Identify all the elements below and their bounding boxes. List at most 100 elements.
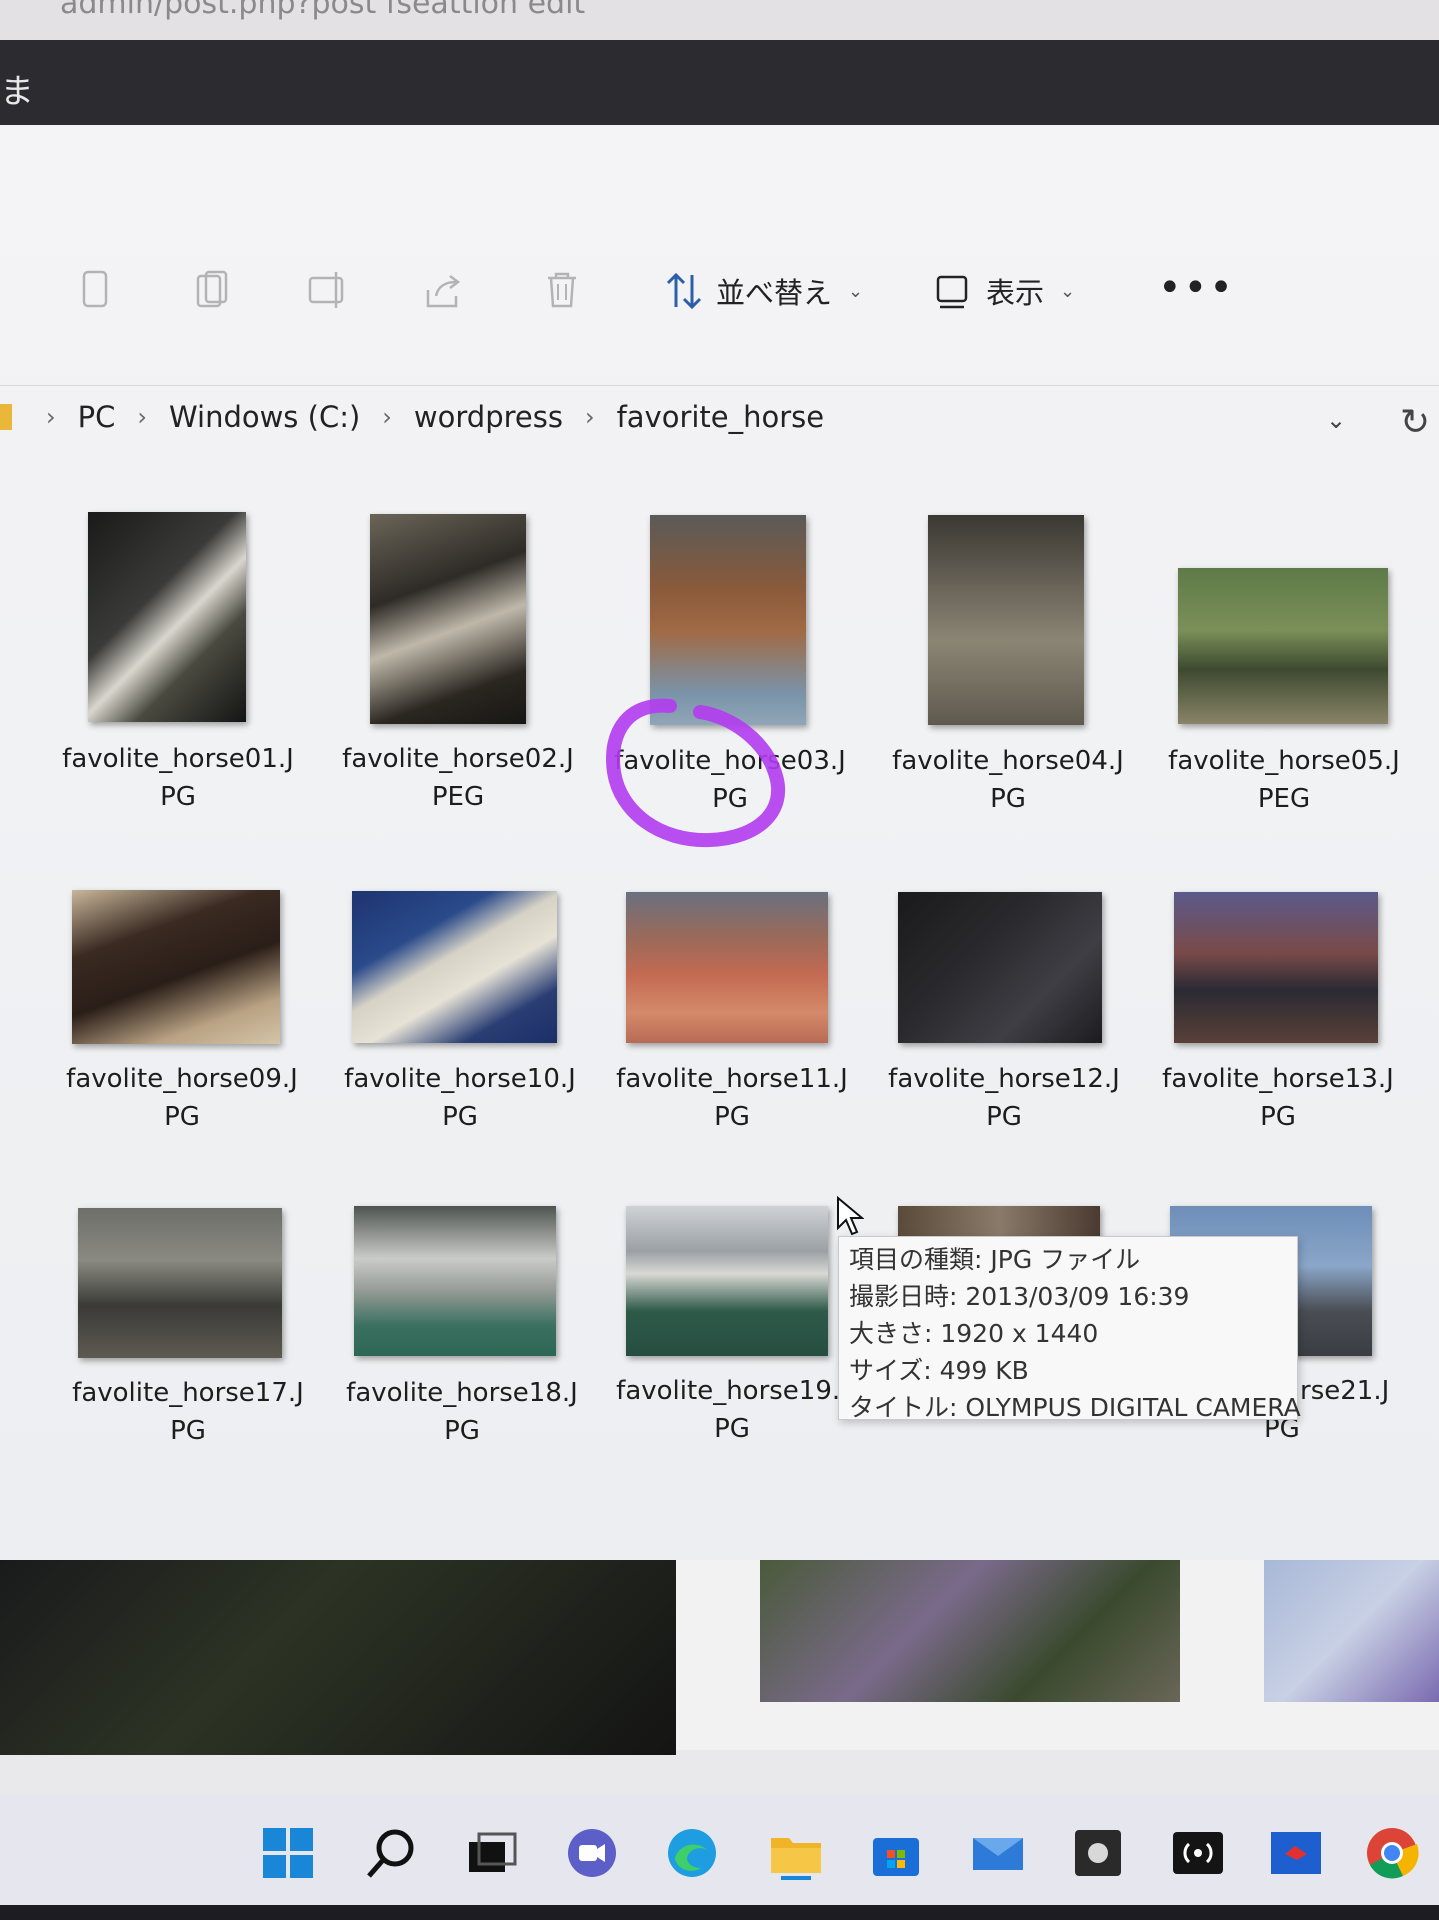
file-item[interactable]: favolite_horse13.J PG [1148, 1060, 1408, 1136]
remote-icon[interactable] [1266, 1823, 1326, 1883]
delete-icon[interactable] [540, 268, 584, 312]
file-name: favolite_horse09.J [66, 1064, 298, 1094]
task-view-icon[interactable] [462, 1823, 522, 1883]
window-title-bar: ま [0, 40, 1439, 125]
file-item[interactable]: favolite_horse01.J PG [48, 740, 308, 816]
file-thumbnail[interactable] [72, 890, 280, 1044]
background-photo [0, 1560, 676, 1755]
file-item[interactable]: favolite_horse17.J PG [58, 1374, 318, 1450]
file-name: favolite_horse10.J [344, 1064, 576, 1094]
sort-icon [666, 272, 702, 310]
breadcrumb-item-pc[interactable]: PC [78, 400, 116, 434]
address-history-chevron-icon[interactable]: ⌄ [1326, 406, 1346, 434]
screen-bezel [0, 1905, 1439, 1920]
browser-url-strip: admin/post.php?post fseattion edit [0, 0, 1439, 40]
file-thumbnail[interactable] [78, 1208, 282, 1358]
file-name: favolite_horse17.J [72, 1378, 304, 1408]
folder-icon [0, 404, 12, 430]
tooltip-title: タイトル: OLYMPUS DIGITAL CAMERA [849, 1393, 1301, 1422]
chevron-down-icon: ⌄ [1060, 280, 1076, 302]
tooltip-dimensions: 大きさ: 1920 x 1440 [849, 1319, 1099, 1348]
file-name-ext: PEG [431, 782, 485, 812]
view-button[interactable]: 表示 ⌄ [932, 264, 1075, 318]
file-item[interactable]: favolite_horse05.J PEG [1154, 742, 1414, 818]
file-item[interactable]: favolite_horse19.J PG [602, 1372, 862, 1448]
store-icon[interactable] [866, 1823, 926, 1883]
chevron-right-icon: › [137, 403, 147, 431]
chat-icon[interactable] [562, 1823, 622, 1883]
file-thumbnail[interactable] [928, 515, 1084, 725]
file-thumbnail[interactable] [370, 514, 526, 724]
chevron-right-icon: › [46, 403, 56, 431]
file-thumbnail[interactable] [354, 1206, 556, 1356]
more-options-button[interactable]: ••• [1158, 268, 1235, 308]
file-thumbnail[interactable] [352, 891, 557, 1043]
file-name: favolite_horse12.J [888, 1064, 1120, 1094]
rename-icon[interactable] [306, 268, 350, 312]
file-item[interactable]: favolite_horse11.J PG [602, 1060, 862, 1136]
breadcrumb-item-wordpress[interactable]: wordpress [414, 400, 563, 434]
file-thumbnail[interactable] [626, 1206, 828, 1356]
file-thumbnail[interactable] [1178, 568, 1388, 724]
file-thumbnail[interactable] [88, 512, 246, 722]
sort-label: 並べ替え [716, 276, 833, 310]
file-name-ext: PG [986, 1102, 1022, 1132]
copy-icon[interactable] [190, 268, 234, 312]
cut-icon[interactable] [74, 268, 118, 312]
file-info-tooltip: 項目の種類: JPG ファイル 撮影日時: 2013/03/09 16:39 大… [838, 1236, 1301, 1422]
refresh-icon[interactable]: ↻ [1400, 402, 1430, 443]
tooltip-date: 撮影日時: 2013/03/09 16:39 [849, 1282, 1190, 1311]
breadcrumb-item-windows-c[interactable]: Windows (C:) [169, 400, 360, 434]
highlight-circle [606, 698, 786, 848]
search-icon[interactable] [362, 1823, 422, 1883]
file-name-ext: PG [160, 782, 196, 812]
file-name-ext: PG [170, 1416, 206, 1446]
file-name-ext: PG [990, 784, 1026, 814]
background-photo [1264, 1560, 1439, 1702]
tooltip-size: サイズ: 499 KB [849, 1356, 1029, 1385]
file-name-ext: PG [164, 1102, 200, 1132]
file-name-ext: PG [1260, 1102, 1296, 1132]
sort-button[interactable]: 並べ替え ⌄ [662, 264, 863, 318]
windows-start-icon[interactable] [258, 1823, 318, 1883]
taskbar [0, 1795, 1439, 1920]
file-thumbnail[interactable] [1174, 892, 1378, 1043]
file-name-ext: PG [714, 1414, 750, 1444]
address-bar[interactable]: › PC › Windows (C:) › wordpress › favori… [0, 385, 1439, 456]
file-item[interactable]: favolite_horse12.J PG [874, 1060, 1134, 1136]
file-name-ext: PEG [1257, 784, 1311, 814]
file-item[interactable]: favolite_horse09.J PG [52, 1060, 312, 1136]
file-item[interactable]: favolite_horse04.J PG [878, 742, 1138, 818]
file-thumbnail[interactable] [898, 892, 1102, 1043]
file-item[interactable]: rse21.J PG [1264, 1372, 1390, 1448]
podcast-icon[interactable] [1168, 1823, 1228, 1883]
file-name: rse21.J [1300, 1376, 1390, 1406]
file-name: favolite_horse01.J [62, 744, 294, 774]
url-fragment: admin/post.php?post fseattion edit [60, 0, 586, 21]
file-name: favolite_horse18.J [346, 1378, 578, 1408]
background-photo [760, 1560, 1180, 1702]
title-stub: ま [0, 72, 34, 112]
file-item[interactable]: favolite_horse02.J PEG [328, 740, 588, 816]
file-name-ext: PG [442, 1102, 478, 1132]
share-icon[interactable] [422, 268, 466, 312]
view-icon [936, 275, 968, 309]
command-bar: 並べ替え ⌄ 表示 ⌄ ••• [0, 240, 1439, 340]
file-name: favolite_horse05.J [1168, 746, 1400, 776]
file-name: favolite_horse04.J [892, 746, 1124, 776]
file-name-ext: PG [444, 1416, 480, 1446]
chevron-right-icon: › [584, 403, 595, 431]
file-name: favolite_horse13.J [1162, 1064, 1394, 1094]
chevron-down-icon: ⌄ [848, 280, 864, 302]
file-explorer-icon[interactable] [766, 1823, 826, 1883]
mail-icon[interactable] [968, 1823, 1028, 1883]
app-icon[interactable] [1068, 1823, 1128, 1883]
edge-icon[interactable] [662, 1823, 722, 1883]
file-thumbnail[interactable] [626, 892, 828, 1043]
breadcrumb-item-favorite-horse[interactable]: favorite_horse [617, 400, 825, 434]
file-item[interactable]: favolite_horse10.J PG [330, 1060, 590, 1136]
chevron-right-icon: › [382, 403, 392, 431]
chrome-icon[interactable] [1362, 1823, 1422, 1883]
file-item[interactable]: favolite_horse18.J PG [332, 1374, 592, 1450]
file-name: favolite_horse19.J [616, 1376, 848, 1406]
